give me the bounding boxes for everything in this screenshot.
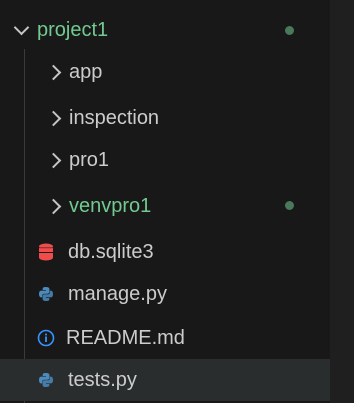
folder-project1[interactable]: project1 [0,9,330,51]
file-manage-py[interactable]: manage.py [0,273,330,315]
file-readme-md[interactable]: README.md [0,317,330,359]
python-icon [36,284,56,304]
file-label: manage.py [68,283,167,305]
folder-label: inspection [69,107,160,129]
folder-inspection[interactable]: inspection [0,97,330,139]
editor-gutter [330,0,354,403]
untracked-dot-icon [285,201,294,210]
file-label: tests.py [68,369,137,391]
folder-label: app [69,61,103,83]
chevron-right-icon [44,197,62,215]
folder-pro1[interactable]: pro1 [0,139,330,181]
file-explorer: project1 app inspection pro1 venvpro1 db… [0,0,354,403]
chevron-right-icon [44,63,62,81]
python-icon [36,370,56,390]
chevron-right-icon [44,109,62,127]
folder-label: project1 [37,19,109,41]
file-label: README.md [66,327,185,349]
chevron-down-icon [12,19,30,39]
folder-label: venvpro1 [69,195,152,217]
file-db-sqlite3[interactable]: db.sqlite3 [0,231,330,273]
file-tests-py[interactable]: tests.py [0,359,330,401]
database-icon [36,242,56,262]
folder-venvpro1[interactable]: venvpro1 [0,185,330,227]
file-label: db.sqlite3 [68,241,154,263]
untracked-dot-icon [285,26,294,35]
info-icon [36,328,56,348]
folder-label: pro1 [69,149,110,171]
folder-app[interactable]: app [0,51,330,93]
chevron-right-icon [44,151,62,169]
